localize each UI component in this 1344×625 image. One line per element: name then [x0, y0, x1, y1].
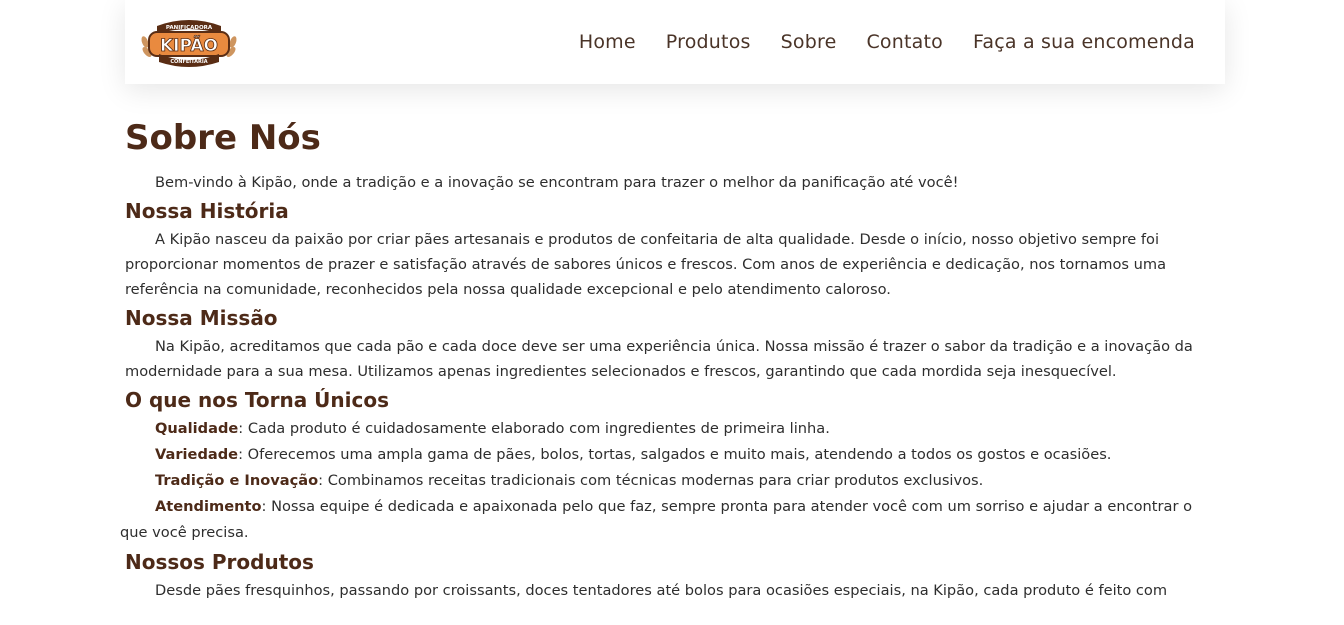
- nav-sobre[interactable]: Sobre: [781, 31, 837, 53]
- history-heading: Nossa História: [125, 199, 289, 223]
- mission-heading: Nossa Missão: [125, 306, 278, 330]
- products-text: Desde pães fresquinhos, passando por cro…: [155, 582, 1168, 599]
- nav-produtos[interactable]: Produtos: [666, 31, 751, 53]
- unique-item-variety: Variedade: Oferecemos uma ampla gama de …: [125, 442, 1215, 468]
- unique-item-text: : Nossa equipe é dedicada e apaixonada p…: [120, 498, 1193, 541]
- unique-item-text: : Combinamos receitas tradicionais com t…: [318, 472, 984, 489]
- unique-item-title: Tradição e Inovação: [155, 472, 319, 489]
- unique-item-tradition: Tradição e Inovação: Combinamos receitas…: [125, 468, 1215, 494]
- unique-item-title: Variedade: [155, 446, 239, 463]
- unique-item-service: Atendimento: Nossa equipe é dedicada e a…: [120, 494, 1215, 546]
- about-content: Sobre Nós Bem-vindo à Kipão, onde a trad…: [120, 118, 1215, 603]
- mission-text: Na Kipão, acreditamos que cada pão e cad…: [125, 338, 1193, 380]
- site-header: PANIFICADORA KIPÃO CONFEITARIA Home Prod…: [125, 0, 1225, 84]
- main-nav: Home Produtos Sobre Contato Faça a sua e…: [579, 31, 1195, 53]
- logo-main-text: KIPÃO: [160, 33, 218, 56]
- nav-home[interactable]: Home: [579, 31, 636, 53]
- unique-heading: O que nos Torna Únicos: [125, 388, 390, 412]
- unique-item-text: : Oferecemos uma ampla gama de pães, bol…: [238, 446, 1112, 463]
- nav-encomenda[interactable]: Faça a sua encomenda: [973, 31, 1195, 53]
- kipao-logo: PANIFICADORA KIPÃO CONFEITARIA: [141, 20, 237, 67]
- logo-link[interactable]: PANIFICADORA KIPÃO CONFEITARIA: [137, 12, 241, 72]
- unique-item-text: : Cada produto é cuidadosamente elaborad…: [238, 420, 830, 437]
- unique-item-quality: Qualidade: Cada produto é cuidadosamente…: [125, 416, 1215, 442]
- nav-contato[interactable]: Contato: [866, 31, 943, 53]
- intro-text: Bem-vindo à Kipão, onde a tradição e a i…: [155, 174, 959, 191]
- unique-list: Qualidade: Cada produto é cuidadosamente…: [120, 416, 1215, 546]
- unique-item-title: Qualidade: [155, 420, 239, 437]
- logo-bottom-text: CONFEITARIA: [170, 59, 207, 65]
- products-heading: Nossos Produtos: [125, 550, 314, 574]
- page-title: Sobre Nós: [125, 118, 321, 158]
- logo-top-text: PANIFICADORA: [166, 25, 213, 31]
- unique-item-title: Atendimento: [155, 498, 262, 515]
- history-text: A Kipão nasceu da paixão por criar pães …: [125, 231, 1167, 298]
